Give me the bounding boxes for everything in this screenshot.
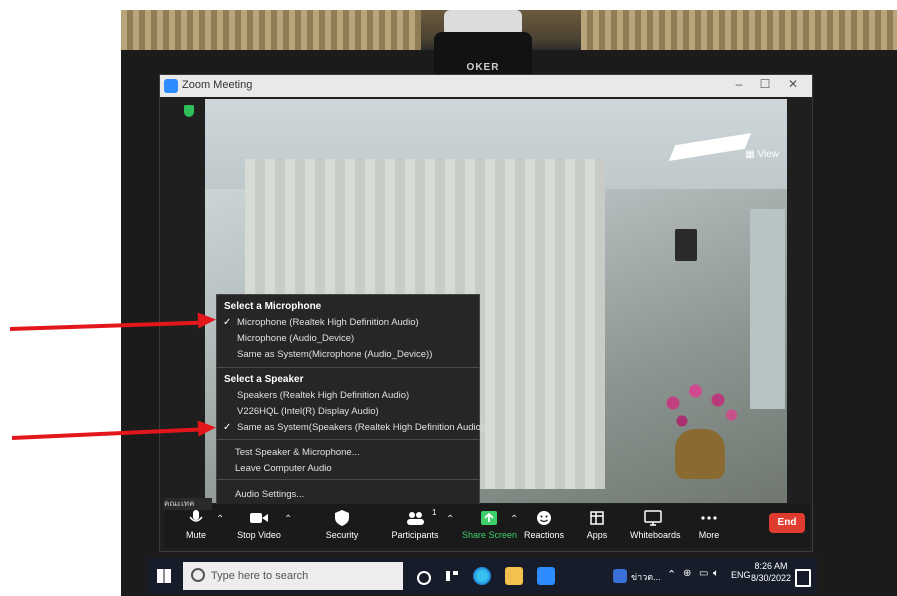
checkmark-icon: ✓ bbox=[223, 317, 232, 328]
speaker-option-v226hql[interactable]: V226HQL (Intel(R) Display Audio) bbox=[237, 406, 379, 417]
clock-time: 8:26 AM bbox=[754, 561, 788, 571]
audio-menu: Select a Microphone ✓ Microphone (Realte… bbox=[216, 294, 487, 506]
apps-button[interactable]: Apps bbox=[582, 504, 612, 548]
search-icon bbox=[191, 568, 205, 582]
mute-button[interactable]: Mute bbox=[178, 504, 214, 548]
display-icon[interactable]: ▭ bbox=[699, 568, 708, 579]
participants-count: 1 bbox=[432, 508, 437, 517]
reactions-icon bbox=[537, 511, 551, 525]
whiteboards-button[interactable]: Whiteboards bbox=[630, 504, 681, 548]
webcam-brand: OKER bbox=[466, 62, 500, 73]
zoom-app-icon bbox=[164, 79, 178, 93]
microphone-section-title: Select a Microphone bbox=[224, 301, 322, 312]
clock-date: 8/30/2022 bbox=[751, 573, 792, 583]
meeting-toolbar: คณะเทคโนโล Mute ⌃ Stop Video ⌃ Security … bbox=[164, 498, 810, 548]
arrowhead-speaker-icon bbox=[197, 419, 217, 437]
network-icon[interactable]: ⊕ bbox=[683, 568, 691, 579]
more-button[interactable]: More bbox=[694, 504, 724, 548]
windows-start-icon[interactable] bbox=[157, 569, 171, 583]
audio-options-chevron-icon[interactable]: ⌃ bbox=[216, 514, 224, 525]
apps-icon bbox=[590, 511, 604, 525]
taskbar-clock[interactable]: 8:26 AM 8/30/2022 bbox=[751, 560, 791, 584]
mic-option-same-as-system[interactable]: Same as System(Microphone (Audio_Device)… bbox=[237, 349, 432, 360]
audio-settings-item[interactable]: Audio Settings... bbox=[235, 489, 304, 500]
test-speaker-mic-item[interactable]: Test Speaker & Microphone... bbox=[235, 447, 360, 458]
edge-browser-icon[interactable] bbox=[473, 567, 491, 585]
cortana-icon[interactable] bbox=[417, 571, 431, 585]
more-dots-icon bbox=[701, 516, 717, 520]
curtain-right bbox=[581, 10, 897, 50]
file-explorer-icon[interactable] bbox=[505, 567, 523, 585]
windows-taskbar: Type here to search ข่าวต... ⌃ ⊕ ▭ 🔈︎ EN… bbox=[147, 558, 817, 594]
security-button[interactable]: Security bbox=[322, 504, 362, 548]
task-view-icon[interactable] bbox=[443, 567, 461, 585]
search-placeholder: Type here to search bbox=[211, 570, 309, 582]
close-icon[interactable]: ✕ bbox=[784, 77, 802, 91]
speaker-option-realtek[interactable]: Speakers (Realtek High Definition Audio) bbox=[237, 390, 409, 401]
reactions-button[interactable]: Reactions bbox=[524, 504, 564, 548]
notifications-icon[interactable] bbox=[795, 569, 811, 587]
share-screen-button[interactable]: Share Screen bbox=[462, 504, 517, 548]
speaker-section-title: Select a Speaker bbox=[224, 374, 304, 385]
whiteboard-icon bbox=[644, 510, 662, 526]
grid-view-icon: ▦ bbox=[745, 149, 755, 160]
taskbar-search-box[interactable]: Type here to search bbox=[183, 562, 403, 590]
news-widget-icon[interactable] bbox=[613, 569, 627, 583]
minimize-icon[interactable]: – bbox=[730, 77, 748, 91]
shield-icon bbox=[335, 510, 349, 526]
video-options-chevron-icon[interactable]: ⌃ bbox=[284, 514, 292, 525]
arrowhead-microphone-icon bbox=[197, 311, 217, 329]
checkmark-icon: ✓ bbox=[223, 422, 232, 433]
mic-option-audio-device[interactable]: Microphone (Audio_Device) bbox=[237, 333, 354, 344]
volume-icon[interactable]: 🔈︎ bbox=[713, 568, 719, 579]
microphone-icon bbox=[189, 510, 203, 522]
news-widget-label[interactable]: ข่าวต... bbox=[631, 570, 661, 584]
input-language[interactable]: ENG bbox=[731, 570, 751, 580]
mic-option-realtek[interactable]: Microphone (Realtek High Definition Audi… bbox=[237, 317, 419, 328]
video-camera-icon bbox=[250, 513, 268, 523]
participants-icon bbox=[407, 512, 424, 525]
title-bar: Zoom Meeting – ☐ ✕ bbox=[160, 75, 812, 97]
encryption-shield-icon bbox=[184, 105, 194, 117]
zoom-taskbar-icon[interactable] bbox=[537, 567, 555, 585]
share-options-chevron-icon[interactable]: ⌃ bbox=[510, 514, 518, 525]
speaker-option-same-as-system[interactable]: Same as System(Speakers (Realtek High De… bbox=[237, 422, 487, 433]
tray-chevron-icon[interactable]: ⌃ bbox=[667, 568, 676, 581]
view-button[interactable]: ▦ View bbox=[745, 149, 779, 160]
window-title: Zoom Meeting bbox=[182, 79, 253, 91]
maximize-icon[interactable]: ☐ bbox=[756, 77, 774, 91]
stop-video-button[interactable]: Stop Video bbox=[234, 504, 284, 548]
participants-chevron-icon[interactable]: ⌃ bbox=[446, 514, 454, 525]
leave-computer-audio-item[interactable]: Leave Computer Audio bbox=[235, 463, 332, 474]
webcam: OKER bbox=[434, 10, 532, 82]
share-screen-icon bbox=[481, 511, 497, 525]
curtain-left bbox=[121, 10, 421, 50]
end-meeting-button[interactable]: End bbox=[769, 513, 805, 533]
